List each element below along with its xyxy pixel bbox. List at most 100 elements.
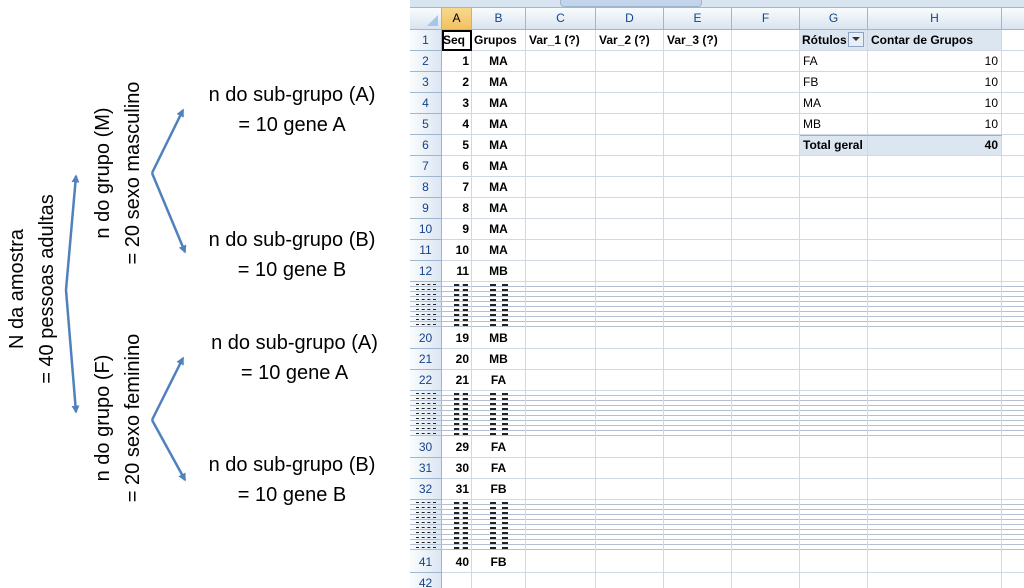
- col-header-next[interactable]: [1002, 8, 1024, 30]
- row-header[interactable]: 2: [410, 51, 442, 72]
- seq-cell[interactable]: 31: [442, 479, 472, 500]
- seq-cell[interactable]: 29: [442, 437, 472, 458]
- pivot-value-cell[interactable]: 10: [868, 51, 1002, 72]
- empty-cell[interactable]: [800, 437, 868, 458]
- empty-cell[interactable]: [596, 240, 664, 261]
- empty-cell[interactable]: [526, 219, 596, 240]
- empty-cell[interactable]: [526, 328, 596, 349]
- empty-cell[interactable]: [664, 437, 732, 458]
- empty-cell[interactable]: [868, 437, 1002, 458]
- pivot-label-cell[interactable]: FB: [800, 72, 868, 93]
- empty-cell[interactable]: [664, 198, 732, 219]
- empty-cell[interactable]: [664, 156, 732, 177]
- empty-cell[interactable]: [868, 479, 1002, 500]
- pivot-label-cell[interactable]: Total geral: [800, 135, 868, 156]
- empty-cell[interactable]: [664, 51, 732, 72]
- header-cell-var2[interactable]: Var_2 (?): [596, 30, 664, 51]
- row-header[interactable]: 32: [410, 479, 442, 500]
- empty-cell[interactable]: [732, 573, 800, 588]
- empty-cell[interactable]: [1002, 573, 1024, 588]
- empty-cell[interactable]: [664, 177, 732, 198]
- empty-cell[interactable]: [1002, 198, 1024, 219]
- grupo-cell[interactable]: MB: [472, 328, 526, 349]
- col-header-a[interactable]: A: [442, 8, 472, 30]
- pivot-label-cell[interactable]: MB: [800, 114, 868, 135]
- grupo-cell[interactable]: MA: [472, 72, 526, 93]
- grupo-cell[interactable]: [472, 573, 526, 588]
- seq-cell[interactable]: 4: [442, 114, 472, 135]
- empty-cell[interactable]: [596, 93, 664, 114]
- empty-cell[interactable]: [664, 93, 732, 114]
- empty-cell[interactable]: [868, 349, 1002, 370]
- empty-cell[interactable]: [664, 328, 732, 349]
- empty-cell[interactable]: [526, 51, 596, 72]
- empty-cell[interactable]: [800, 552, 868, 573]
- grupo-cell[interactable]: MA: [472, 198, 526, 219]
- empty-cell[interactable]: [596, 135, 664, 156]
- empty-cell[interactable]: [596, 198, 664, 219]
- empty-cell[interactable]: [664, 72, 732, 93]
- empty-cell[interactable]: [800, 349, 868, 370]
- seq-cell[interactable]: 8: [442, 198, 472, 219]
- empty-cell[interactable]: [732, 261, 800, 282]
- empty-cell[interactable]: [596, 156, 664, 177]
- empty-cell[interactable]: [732, 93, 800, 114]
- empty-cell[interactable]: [596, 349, 664, 370]
- empty-cell[interactable]: [1002, 552, 1024, 573]
- empty-cell[interactable]: [596, 261, 664, 282]
- seq-cell[interactable]: [442, 573, 472, 588]
- seq-cell[interactable]: 20: [442, 349, 472, 370]
- seq-cell[interactable]: 2: [442, 72, 472, 93]
- empty-cell[interactable]: [1002, 177, 1024, 198]
- empty-cell[interactable]: [664, 261, 732, 282]
- col-header-g[interactable]: G: [800, 8, 868, 30]
- empty-cell[interactable]: [732, 370, 800, 391]
- seq-cell[interactable]: 30: [442, 458, 472, 479]
- empty-cell[interactable]: [526, 479, 596, 500]
- empty-cell[interactable]: [596, 72, 664, 93]
- pivot-row-labels-header[interactable]: Rótulos: [800, 30, 868, 51]
- empty-cell[interactable]: [526, 177, 596, 198]
- empty-cell[interactable]: [800, 198, 868, 219]
- empty-cell[interactable]: [596, 479, 664, 500]
- empty-cell[interactable]: [664, 479, 732, 500]
- pivot-value-cell[interactable]: 40: [868, 135, 1002, 156]
- empty-cell[interactable]: [1002, 240, 1024, 261]
- empty-cell[interactable]: [732, 219, 800, 240]
- row-header[interactable]: 21: [410, 349, 442, 370]
- empty-cell[interactable]: [800, 261, 868, 282]
- grupo-cell[interactable]: MA: [472, 156, 526, 177]
- header-cell-var3[interactable]: Var_3 (?): [664, 30, 732, 51]
- col-header-f[interactable]: F: [732, 8, 800, 30]
- empty-cell[interactable]: [732, 198, 800, 219]
- empty-cell[interactable]: [732, 479, 800, 500]
- empty-cell[interactable]: [1002, 30, 1024, 51]
- empty-cell[interactable]: [732, 240, 800, 261]
- seq-cell[interactable]: 5: [442, 135, 472, 156]
- empty-cell[interactable]: [596, 114, 664, 135]
- empty-cell[interactable]: [596, 437, 664, 458]
- sheet-tab[interactable]: [560, 0, 702, 7]
- empty-cell[interactable]: [596, 552, 664, 573]
- empty-cell[interactable]: [868, 328, 1002, 349]
- header-cell-grupos[interactable]: Grupos: [472, 30, 526, 51]
- grupo-cell[interactable]: FA: [472, 437, 526, 458]
- grupo-cell[interactable]: MA: [472, 114, 526, 135]
- row-header[interactable]: 3: [410, 72, 442, 93]
- empty-cell[interactable]: [596, 51, 664, 72]
- empty-cell[interactable]: [1002, 349, 1024, 370]
- col-header-e[interactable]: E: [664, 8, 732, 30]
- grupo-cell[interactable]: FA: [472, 370, 526, 391]
- empty-cell[interactable]: [664, 219, 732, 240]
- empty-cell[interactable]: [596, 328, 664, 349]
- empty-cell[interactable]: [664, 114, 732, 135]
- empty-cell[interactable]: [732, 437, 800, 458]
- empty-cell[interactable]: [868, 219, 1002, 240]
- empty-cell[interactable]: [526, 349, 596, 370]
- header-cell-seq[interactable]: Seq: [442, 30, 472, 51]
- empty-cell[interactable]: [800, 219, 868, 240]
- empty-cell[interactable]: [868, 552, 1002, 573]
- empty-cell[interactable]: [526, 240, 596, 261]
- empty-cell[interactable]: [596, 177, 664, 198]
- empty-cell[interactable]: [732, 30, 800, 51]
